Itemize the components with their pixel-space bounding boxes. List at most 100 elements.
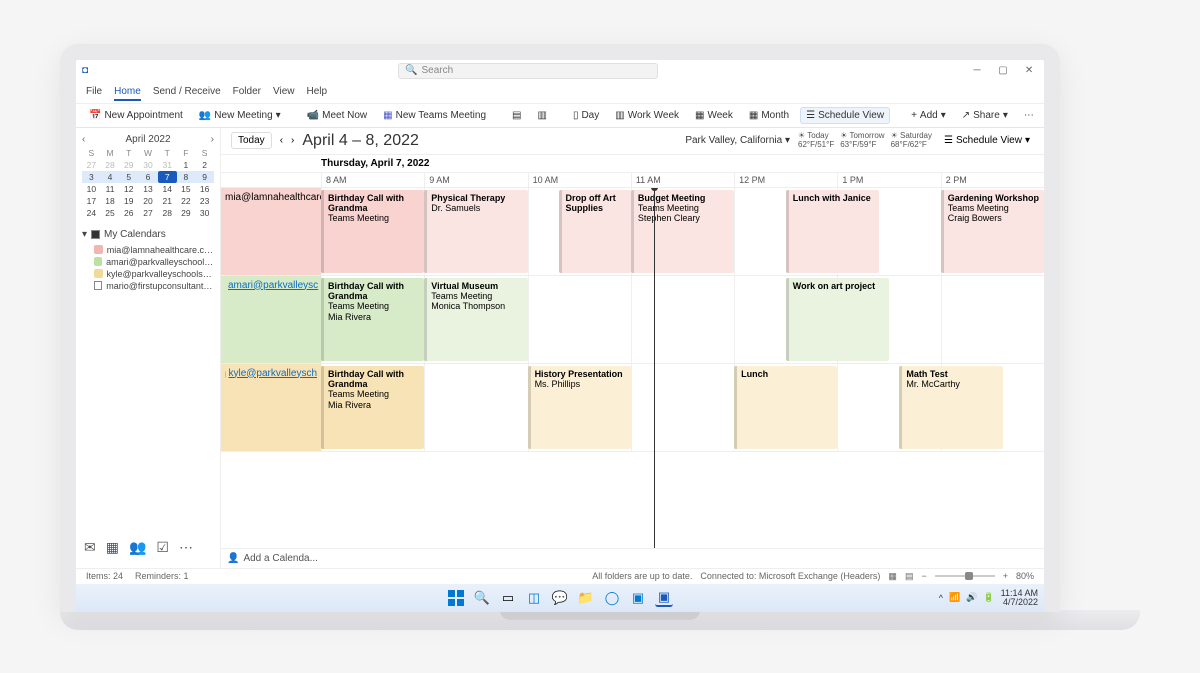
mini-day[interactable]: 7 — [158, 171, 177, 183]
calendar-swatch[interactable] — [94, 281, 102, 290]
group-checkbox[interactable] — [91, 230, 100, 239]
mini-day[interactable]: 16 — [195, 183, 214, 195]
view-reading-icon[interactable]: ▤ — [905, 571, 914, 582]
next-month[interactable]: › — [211, 134, 214, 145]
window-minimize[interactable]: ─ — [968, 65, 986, 76]
calendar-event[interactable]: Math TestMr. McCarthy — [899, 366, 1002, 449]
mini-day[interactable]: 8 — [177, 171, 196, 183]
time-cell[interactable] — [424, 364, 527, 451]
mini-day[interactable]: 17 — [82, 195, 101, 207]
mini-day[interactable]: 18 — [101, 195, 120, 207]
add-calendar-row[interactable]: 👤 Add a Calenda... — [221, 548, 1044, 568]
new-meeting-button[interactable]: 👥New Meeting▾ — [194, 108, 286, 123]
window-close[interactable]: ✕ — [1020, 65, 1038, 76]
row-label[interactable]: amari@parkvalleysc — [221, 276, 321, 363]
calendar-event[interactable]: Birthday Call with GrandmaTeams MeetingM… — [321, 278, 424, 361]
chat-icon[interactable]: 💬 — [551, 589, 569, 607]
mini-day[interactable]: 30 — [138, 159, 158, 171]
calendar-item[interactable]: amari@parkvalleyschools.edu — [82, 256, 214, 268]
volume-icon[interactable]: 🔊 — [966, 592, 977, 603]
clock[interactable]: 11:14 AM 4/7/2022 — [1001, 589, 1038, 607]
calendar-group-toggle[interactable]: ▾ My Calendars — [82, 229, 214, 240]
mini-day[interactable]: 4 — [101, 171, 120, 183]
mini-day[interactable]: 3 — [82, 171, 101, 183]
teams-meeting-button[interactable]: ▦New Teams Meeting — [378, 108, 491, 123]
calendar-event[interactable]: Work on art project — [786, 278, 889, 361]
share-button[interactable]: ↗Share▾ — [957, 108, 1013, 123]
mini-day[interactable]: 27 — [138, 207, 158, 219]
more-icon[interactable]: ⋯ — [179, 539, 193, 556]
store-icon[interactable]: ▣ — [629, 589, 647, 607]
time-cell[interactable] — [941, 276, 1044, 363]
calendar-event[interactable]: Physical TherapyDr. Samuels — [424, 190, 527, 273]
calendar-item[interactable]: mario@firstupconsultants.com — [82, 280, 214, 292]
mini-day[interactable]: 28 — [158, 207, 177, 219]
mini-calendar[interactable]: SMTWTFS 27282930311234567891011121314151… — [82, 147, 214, 219]
menu-view[interactable]: View — [273, 84, 295, 101]
mini-day[interactable]: 29 — [177, 207, 196, 219]
mini-day[interactable]: 28 — [101, 159, 120, 171]
today-button[interactable]: Today — [231, 132, 272, 149]
calendar-event[interactable]: Gardening WorkshopTeams MeetingCraig Bow… — [941, 190, 1044, 273]
calendar-swatch[interactable] — [94, 257, 102, 266]
mini-day[interactable]: 10 — [82, 183, 101, 195]
menu-folder[interactable]: Folder — [233, 84, 261, 101]
time-cell[interactable] — [528, 276, 631, 363]
menu-sendreceive[interactable]: Send / Receive — [153, 84, 221, 101]
view-next7-icon[interactable]: ▥ — [532, 108, 551, 123]
time-cell[interactable] — [631, 364, 734, 451]
mini-day[interactable]: 12 — [119, 183, 138, 195]
calendar-event[interactable]: History PresentationMs. Phillips — [528, 366, 631, 449]
zoom-slider[interactable] — [935, 575, 995, 577]
mini-day[interactable]: 30 — [195, 207, 214, 219]
row-label[interactable]: kyle@parkvalleysch — [221, 364, 321, 451]
mini-day[interactable]: 5 — [119, 171, 138, 183]
week-button[interactable]: ▦Week — [690, 108, 738, 123]
mini-day[interactable]: 13 — [138, 183, 158, 195]
search-box[interactable]: 🔍 Search — [398, 63, 658, 79]
wifi-icon[interactable]: 📶 — [949, 592, 960, 603]
taskbar-search-icon[interactable]: 🔍 — [473, 589, 491, 607]
menu-help[interactable]: Help — [307, 84, 328, 101]
mini-day[interactable]: 21 — [158, 195, 177, 207]
location-picker[interactable]: Park Valley, California ▾ — [685, 135, 790, 146]
zoom-in[interactable]: + — [1003, 571, 1008, 581]
menu-file[interactable]: File — [86, 84, 102, 101]
mini-day[interactable]: 1 — [177, 159, 196, 171]
ribbon-more[interactable]: ⋯ — [1019, 108, 1039, 123]
start-icon[interactable] — [447, 589, 465, 607]
people-icon[interactable]: 👥 — [129, 539, 146, 556]
calendar-event[interactable]: Birthday Call with GrandmaTeams MeetingM… — [321, 366, 424, 449]
edge-icon[interactable]: ◯ — [603, 589, 621, 607]
mini-day[interactable]: 2 — [195, 159, 214, 171]
explorer-icon[interactable]: 📁 — [577, 589, 595, 607]
schedule-view-dropdown[interactable]: ☰Schedule View▾ — [940, 133, 1034, 148]
calendar-event[interactable]: Drop off Art Supplies — [559, 190, 631, 273]
mini-day[interactable]: 11 — [101, 183, 120, 195]
prev-month[interactable]: ‹ — [82, 134, 85, 145]
schedule-view-button[interactable]: ☰Schedule View — [800, 107, 890, 124]
workweek-button[interactable]: ▥Work Week — [610, 108, 684, 123]
row-label[interactable]: mia@lamnahealthcare.com — [221, 188, 321, 275]
day-button[interactable]: ▯Day — [568, 108, 604, 123]
mail-icon[interactable]: ✉ — [84, 539, 96, 556]
mini-day[interactable]: 27 — [82, 159, 101, 171]
window-maximize[interactable]: ▢ — [994, 65, 1012, 76]
zoom-out[interactable]: − — [921, 571, 926, 581]
date-next[interactable]: › — [291, 135, 294, 146]
widgets-icon[interactable]: ◫ — [525, 589, 543, 607]
tray-chevron-icon[interactable]: ^ — [939, 593, 943, 603]
mini-day[interactable]: 9 — [195, 171, 214, 183]
calendar-event[interactable]: Budget MeetingTeams MeetingStephen Clear… — [631, 190, 734, 273]
calendar-swatch[interactable] — [94, 245, 103, 254]
mini-day[interactable]: 31 — [158, 159, 177, 171]
calendar-event[interactable]: Lunch with Janice — [786, 190, 879, 273]
month-button[interactable]: ▦Month — [744, 108, 794, 123]
tasks-icon[interactable]: ☑ — [156, 539, 169, 556]
mini-day[interactable]: 6 — [138, 171, 158, 183]
taskview-icon[interactable]: ▭ — [499, 589, 517, 607]
meet-now-button[interactable]: 📹Meet Now — [302, 108, 372, 123]
mini-day[interactable]: 24 — [82, 207, 101, 219]
mini-day[interactable]: 14 — [158, 183, 177, 195]
menu-home[interactable]: Home — [114, 84, 141, 101]
